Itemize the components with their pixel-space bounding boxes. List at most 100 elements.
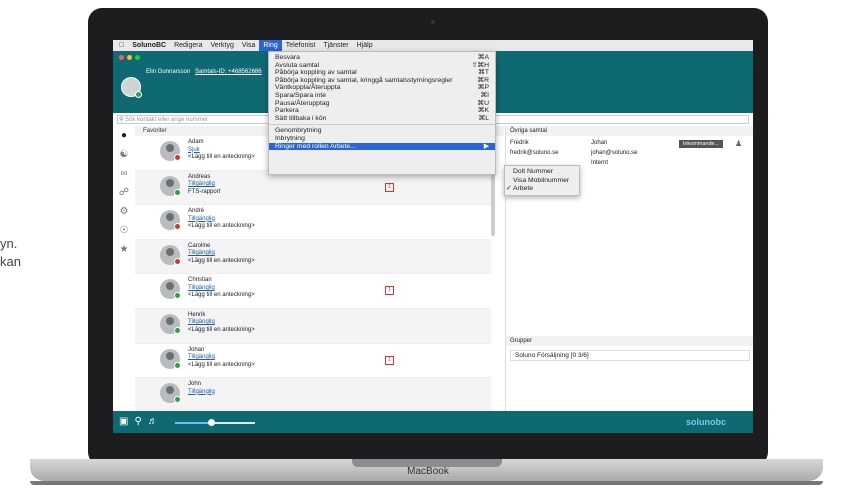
app-footer: ▣ ⚲ ♬ solunobc [113,411,753,433]
stats-icon[interactable]: ☉ [113,221,135,240]
list-item[interactable]: Christian Tillgänglig <Lägg till en anteck… [135,274,491,309]
contact-info: Andreas Tillgänglig FTS-rapport [188,174,220,197]
menu-telefonist[interactable]: Telefonist [282,40,320,51]
status-dot [174,361,181,369]
contact-info: Caroline Tillgänglig <Lägg till en anteckn… [188,243,255,266]
menu-item-label: Ringer med rollen Arbete... [275,142,356,150]
menu-item-label: Påbörja koppling av samtal, kringgå samt… [275,76,453,84]
contact-status[interactable]: Tillgänglig [188,319,215,325]
calendar-icon[interactable]: 1 [385,182,394,192]
submenu-item[interactable]: ✓ Arbete [505,185,579,194]
contact-name: John [188,381,202,388]
close-button[interactable] [119,55,124,60]
status-dot [174,326,181,334]
submenu-item-label: Arbete [513,185,534,192]
status-dot [174,292,181,300]
menu-item[interactable]: Besvara ⌘A [269,54,495,62]
speaker-icon[interactable]: ♬ [148,416,158,427]
microphone-icon[interactable]: ⚲ [134,416,141,427]
contact-note[interactable]: <Lägg till en anteckning> [188,362,255,370]
menu-item-shortcut: ⌘I [480,91,489,99]
contact-status[interactable]: Tillgänglig [188,285,215,291]
menu-tjanster[interactable]: Tjänster [319,40,352,51]
contact-status[interactable]: Tillgänglig [188,250,215,256]
menu-item[interactable]: Spara/Spara inte ⌘I [269,92,495,100]
menu-item[interactable]: Väntkoppla/Återuppta ⌘P [269,84,495,92]
contact-info: Johan Tillgänglig <Lägg till en anteckning… [188,347,255,370]
menu-item[interactable]: Pausa/Återupptag ⌘U [269,100,495,108]
user-info: Elin Gunnarsson Samtals-ID: +468562686 [146,69,262,75]
menu-verktyg[interactable]: Verktyg [207,40,238,51]
volume-fill [175,422,211,424]
volume-slider[interactable] [175,419,255,426]
agents-icon[interactable]: ★ [113,240,135,259]
minimize-button[interactable] [127,55,132,60]
session-id[interactable]: Samtals-ID: +468562686 [195,69,262,75]
list-item[interactable]: André Tillgänglig <Lägg till en anteckning… [135,205,491,240]
caller-email: fredrik@soluno.se [510,150,559,156]
menu-item-label: Parkera [275,107,299,115]
menu-item[interactable]: Genombrytning [269,127,495,135]
queue-icon[interactable]: ⚙ [113,202,135,221]
avatar[interactable] [121,77,142,98]
calendar-icon[interactable]: 1 [385,355,394,365]
menu-redigera[interactable]: Redigera [170,40,206,51]
contact-status[interactable]: Tillgänglig [188,216,215,222]
side-text-2: kan [0,254,21,269]
incoming-button[interactable]: Inkommande... [679,140,723,148]
group-icon[interactable]: ☍ [113,183,135,202]
menu-item[interactable]: Sätt tillbaka i kön ⌘L [269,115,495,123]
voicemail-icon[interactable]: ∞ [113,164,135,183]
apple-icon[interactable]:  [113,40,128,51]
contact-note[interactable]: <Lägg till en anteckning> [188,292,255,300]
user-name: Elin Gunnarsson [146,69,191,75]
status-dot [174,396,181,404]
contact-name: André [188,208,205,215]
calendar-icon[interactable]: 1 [385,286,394,296]
dialpad-icon[interactable]: ▣ [119,416,128,427]
contacts-icon[interactable]: ● [113,126,135,145]
contact-name: Christian [188,277,212,284]
contact-note[interactable]: FTS-rapport [188,189,220,197]
menu-item[interactable]: Ringer med rollen Arbete... ▶ [269,142,495,151]
status-dot [174,257,181,265]
laptop-label: MacBook [407,466,449,477]
contact-name: Caroline [188,242,211,249]
contact-name: Henrik [188,311,206,318]
list-item[interactable]: Johan Tillgänglig <Lägg till en anteckning… [135,344,491,379]
menu-item[interactable]: Parkera ⌘K [269,107,495,115]
contact-name: Johan [188,346,205,353]
people-icon[interactable]: ☯ [113,145,135,164]
contact-note[interactable]: <Lägg till en anteckning> [188,223,255,231]
person-icon[interactable]: ♟ [735,139,742,148]
menu-item[interactable]: Inbrytning [269,135,495,143]
volume-knob[interactable] [208,419,215,426]
contact-note[interactable]: <Lägg till en anteckning> [188,154,255,162]
menu-item-label: Inbrytning [275,134,305,142]
menu-hjalp[interactable]: Hjälp [353,40,377,51]
menu-item-label: Besvara [275,54,300,61]
submenu-item-label: Visa Mobilnummer [513,176,570,184]
submenu-item[interactable]: Dolt Nummer [505,168,579,177]
group-item[interactable]: Soluno Försäljning [0 3/6] [510,350,750,361]
list-item[interactable]: Henrik Tillgänglig <Lägg till en antecknin… [135,308,491,344]
call-row-1[interactable]: Fredrik [510,140,529,146]
menu-item[interactable]: Påbörja koppling av samtal ⌘T [269,69,495,77]
contact-status[interactable]: Tillgänglig [188,354,215,360]
nav-icons: ● ☯ ∞ ☍ ⚙ ☉ ★ [113,126,135,411]
call-type: Internt [591,160,609,166]
list-item[interactable]: Andreas Tillgänglig FTS-rapport 1 [135,170,491,206]
list-item[interactable]: John Tillgänglig [135,378,491,411]
menu-app[interactable]: SolunoBC [128,40,170,51]
contact-status[interactable]: Sjuk [188,147,200,153]
menu-ring[interactable]: Ring [259,40,282,51]
contact-status[interactable]: Tillgänglig [188,181,215,187]
list-item[interactable]: Caroline Tillgänglig <Lägg till en anteckn… [135,239,491,275]
submenu-item[interactable]: Visa Mobilnummer [505,177,579,186]
other-calls-header: Övriga samtal [506,126,753,136]
zoom-button[interactable] [135,55,140,60]
menu-visa[interactable]: Visa [238,40,260,51]
contact-note[interactable]: <Lägg till en anteckning> [188,258,255,266]
contact-status[interactable]: Tillgänglig [188,389,215,395]
contact-note[interactable]: <Lägg till en anteckning> [188,327,255,335]
